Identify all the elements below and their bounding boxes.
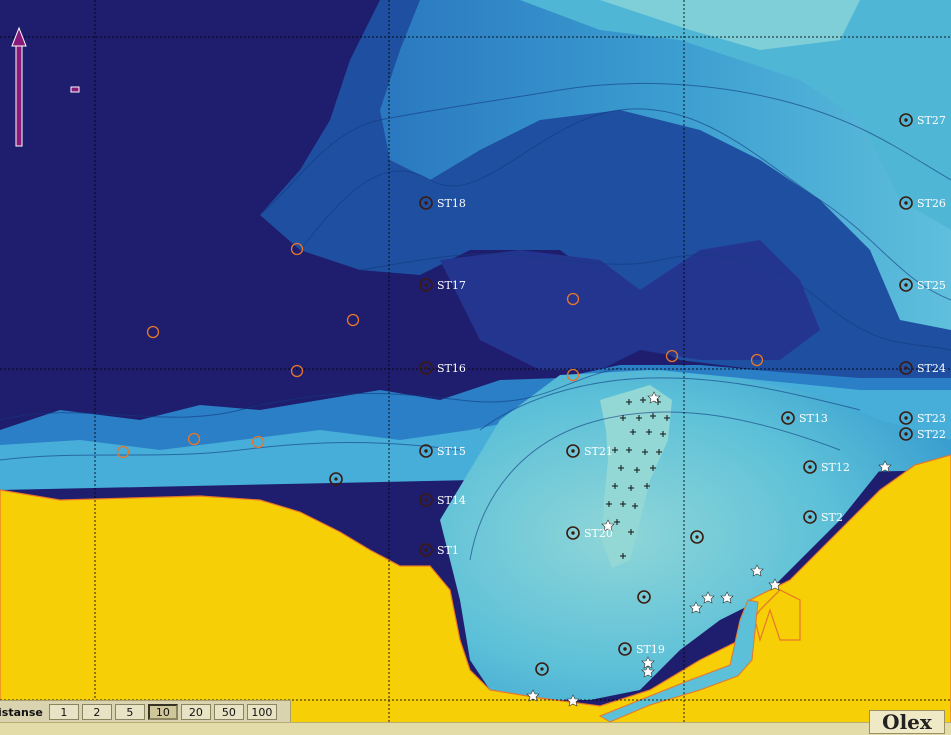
station-label: ST17 (437, 279, 466, 292)
station-label: ST24 (917, 362, 946, 375)
station-label: ST1 (437, 544, 459, 557)
station-label: ST25 (917, 279, 946, 292)
station-label: ST13 (799, 412, 828, 425)
scale-option-10[interactable]: 10 (147, 704, 178, 720)
scale-option-1[interactable]: 1 (48, 704, 79, 720)
scale-option-20[interactable]: 20 (180, 704, 211, 720)
scale-option-100[interactable]: 100 (246, 704, 277, 720)
status-strip (0, 722, 951, 735)
station-label: ST27 (917, 114, 946, 127)
scale-option-2[interactable]: 2 (81, 704, 112, 720)
station-label: ST14 (437, 494, 466, 507)
station-label: ST21 (584, 445, 613, 458)
distance-label: istanse (0, 705, 43, 719)
station-label: ST26 (917, 197, 946, 210)
station-label: ST12 (821, 461, 850, 474)
distance-scale-bar: istanse 1 2 5 10 20 50 100 (0, 700, 291, 723)
bathymetry-map[interactable]: ST18ST17ST16ST15ST14ST1ST21ST20ST19ST13S… (0, 0, 951, 734)
station-label: ST18 (437, 197, 466, 210)
station-label: ST19 (636, 643, 665, 656)
station-label: ST15 (437, 445, 466, 458)
station-label: ST22 (917, 428, 946, 441)
station-label: ST2 (821, 511, 843, 524)
scale-option-5[interactable]: 5 (114, 704, 145, 720)
olex-logo: Olex (869, 710, 945, 734)
station-label: ST16 (437, 362, 466, 375)
scale-option-50[interactable]: 50 (213, 704, 244, 720)
station-label: ST20 (584, 527, 613, 540)
station-label: ST23 (917, 412, 946, 425)
